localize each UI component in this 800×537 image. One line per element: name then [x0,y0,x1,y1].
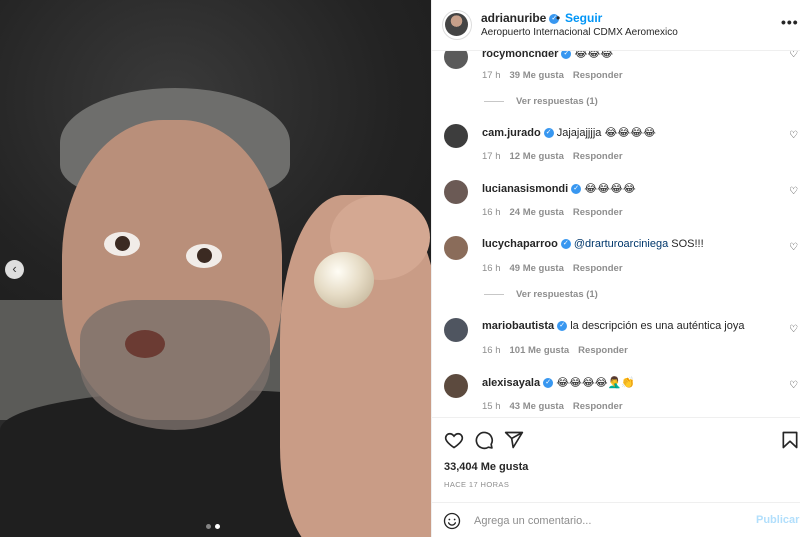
comment-body: Jajajajjjja 😂😂😂😂 [556,127,656,139]
verified-icon: ✓ [571,184,582,195]
author-avatar-image [445,13,468,36]
more-options-icon[interactable]: ••• [781,14,799,30]
reply-button[interactable]: Responder [573,401,623,412]
carousel-dot [206,524,211,529]
comment-likes[interactable]: 39 Me gusta [510,70,564,81]
save-icon[interactable] [780,430,800,450]
post-likes-count[interactable]: 33,404 Me gusta [444,461,528,473]
reply-button[interactable]: Responder [573,151,623,162]
author-username-text[interactable]: adrianuribe [481,11,546,25]
comment-username[interactable]: lucychaparroo [482,238,558,250]
author-avatar[interactable] [442,10,472,40]
photo-eye-left [104,232,140,256]
verified-icon: ✓ [557,321,568,332]
comment-time[interactable]: 16 h [482,263,501,274]
post-photo[interactable]: ‹ [0,0,431,537]
like-icon[interactable] [444,430,464,450]
separator-dot: • [556,11,561,25]
comment-username[interactable]: mariobautista [482,320,554,332]
comment-body: la descripción es una auténtica joya [570,320,745,332]
reply-button[interactable]: Responder [578,345,628,356]
view-replies-button[interactable]: Ver respuestas (1) [484,289,598,300]
comment-avatar[interactable] [444,236,468,260]
comment-time[interactable]: 16 h [482,207,501,218]
comment-meta: 16 h 49 Me gusta Responder [482,263,632,274]
comments-list[interactable]: rocymoncnder ✓ 😂😂😂 ♡ 17 h 39 Me gusta Respo… [432,51,800,417]
comment-likes[interactable]: 24 Me gusta [510,207,564,218]
photo-beard [80,300,270,430]
post-actions: 33,404 Me gusta HACE 17 HORAS [432,417,800,499]
reply-button[interactable]: Responder [573,207,623,218]
verified-icon: ✓ [543,378,554,389]
comment-likes[interactable]: 43 Me gusta [510,401,564,412]
comment-input[interactable] [474,512,744,530]
comment-likes[interactable]: 12 Me gusta [510,151,564,162]
comment-meta: 16 h 24 Me gusta Responder [482,207,632,218]
comment-time[interactable]: 15 h [482,401,501,412]
comment-like-icon[interactable]: ♡ [789,380,798,391]
previous-photo-button[interactable]: ‹ [5,260,24,279]
comment-text: alexisayala ✓ 😂😂😂😂🤦‍♂️👏 [482,376,635,389]
reply-button[interactable]: Responder [573,70,623,81]
comment-username[interactable]: alexisayala [482,377,540,389]
comment-avatar[interactable] [444,124,468,148]
comment-avatar[interactable] [444,318,468,342]
comment-username[interactable]: cam.jurado [482,127,541,139]
reply-button[interactable]: Responder [573,263,623,274]
share-icon[interactable] [504,430,524,450]
comment-time[interactable]: 16 h [482,345,501,356]
comment-time[interactable]: 17 h [482,151,501,162]
comment-like-icon[interactable]: ♡ [789,130,798,141]
carousel-dots [206,524,220,529]
carousel-dot-active [215,524,220,529]
photo-pearl [314,252,374,308]
comment-like-icon[interactable]: ♡ [789,186,798,197]
comment-body: SOS!!! [668,238,704,250]
comment-meta: 16 h 101 Me gusta Responder [482,345,637,356]
comment-likes[interactable]: 49 Me gusta [510,263,564,274]
add-comment-bar: Publicar [432,502,800,537]
comment-likes[interactable]: 101 Me gusta [510,345,570,356]
comment-body: 😂😂😂😂🤦‍♂️👏 [556,377,635,389]
comment-avatar[interactable] [444,180,468,204]
view-replies-button[interactable]: Ver respuestas (1) [484,96,598,107]
follow-button[interactable]: Seguir [565,11,602,25]
photo-eye-right [186,244,222,268]
comment-username[interactable]: lucianasismondi [482,183,568,195]
comment-avatar[interactable] [444,374,468,398]
comment-meta: 15 h 43 Me gusta Responder [482,401,632,412]
comment-meta: 17 h 39 Me gusta Responder [482,70,632,81]
photo-mouth [125,330,165,358]
comment-text: mariobautista ✓ la descripción es una aut… [482,320,744,332]
comment-text: cam.jurado ✓ Jajajajjjja 😂😂😂😂 [482,126,656,139]
comment-time[interactable]: 17 h [482,70,501,81]
post-timestamp[interactable]: HACE 17 HORAS [444,480,509,489]
post-panel: adrianuribe ✓ • Seguir Aeropuerto Interna… [431,0,800,537]
verified-icon: ✓ [560,239,571,250]
verified-icon: ✓ [561,51,572,60]
comment-mention[interactable]: @drarturoarciniega [574,238,668,250]
post-header: adrianuribe ✓ • Seguir Aeropuerto Interna… [432,0,800,51]
comment-like-icon[interactable]: ♡ [789,324,798,335]
comment-text: lucychaparroo ✓ @drarturoarciniega SOS!!! [482,238,704,250]
emoji-icon[interactable] [443,512,461,530]
comment-icon[interactable] [474,430,494,450]
comment-like-icon[interactable]: ♡ [789,242,798,253]
verified-icon: ✓ [543,128,554,139]
comment-meta: 17 h 12 Me gusta Responder [482,151,632,162]
publish-button[interactable]: Publicar [756,514,799,526]
post-location[interactable]: Aeropuerto Internacional CDMX Aeromexico [481,27,678,38]
comment-body: 😂😂😂😂 [584,183,636,195]
author-username[interactable]: adrianuribe ✓ [481,11,560,25]
comment-like-icon[interactable]: ♡ [789,51,798,60]
comment-text: rocymoncnder ✓ 😂😂😂 [482,51,613,60]
comment-username[interactable]: rocymoncnder [482,51,558,60]
comment-avatar[interactable] [444,51,468,69]
comment-text: lucianasismondi ✓ 😂😂😂😂 [482,182,636,195]
comment-body: 😂😂😂 [574,51,614,60]
